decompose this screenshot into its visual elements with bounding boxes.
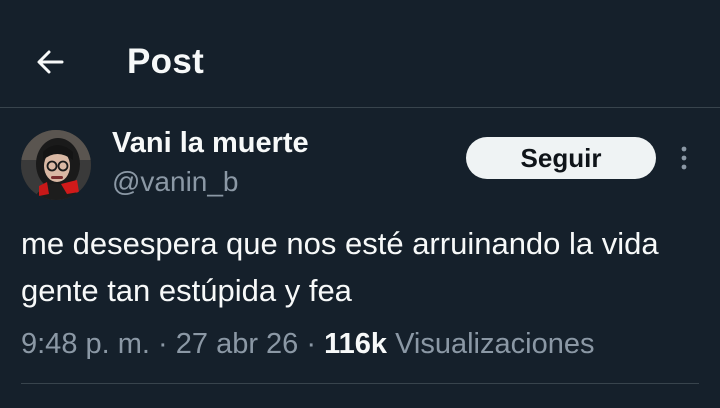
separator-dot: · (158, 328, 168, 360)
views-count[interactable]: 116k (324, 328, 387, 360)
back-button[interactable] (28, 40, 72, 84)
divider (21, 383, 699, 384)
tweet-time[interactable]: 9:48 p. m. (21, 328, 150, 360)
views-label: Visualizaciones (395, 328, 595, 360)
tweet-text: me desespera que nos esté arruinando la … (21, 226, 659, 308)
avatar-photo (21, 130, 91, 200)
tweet-metadata: 9:48 p. m. · 27 abr 26 · 116k Visualizac… (21, 322, 594, 366)
more-vertical-icon (681, 146, 687, 170)
follow-button[interactable]: Seguir (466, 137, 656, 179)
author-name[interactable]: Vani la muerte (112, 124, 309, 162)
more-options-button[interactable] (672, 142, 696, 174)
tweet-date[interactable]: 27 abr 26 (176, 328, 299, 360)
separator-dot: · (306, 328, 317, 360)
page-title: Post (127, 42, 205, 81)
author-handle[interactable]: @vanin_b (112, 164, 239, 200)
avatar[interactable] (21, 130, 91, 200)
arrow-left-icon (37, 50, 64, 74)
top-bar: Post (0, 0, 720, 108)
